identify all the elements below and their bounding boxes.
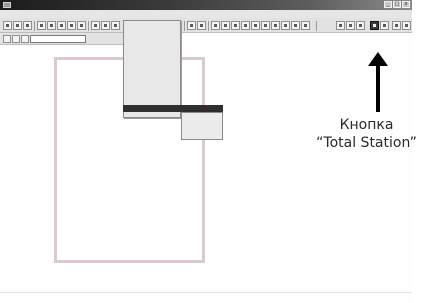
import-icon[interactable] — [271, 21, 280, 30]
toolbar-separator — [88, 21, 89, 31]
menu-bar — [0, 10, 412, 18]
export-icon[interactable] — [281, 21, 290, 30]
paste-icon[interactable] — [77, 21, 86, 30]
drawing-area[interactable] — [0, 45, 412, 303]
point-icon[interactable] — [211, 21, 220, 30]
calc-icon[interactable] — [336, 21, 345, 30]
help-icon[interactable] — [392, 21, 401, 30]
title-bar: _ □ x — [0, 0, 412, 10]
arrow-shaft — [376, 64, 380, 112]
preview-icon[interactable] — [47, 21, 56, 30]
maximize-button[interactable]: □ — [393, 1, 401, 8]
report-icon[interactable] — [356, 21, 365, 30]
toolbar-separator — [316, 21, 317, 31]
cut-icon[interactable] — [57, 21, 66, 30]
annotation-line-1: Кнопка — [339, 117, 394, 133]
app-icon — [3, 2, 11, 8]
info-icon[interactable] — [402, 21, 411, 30]
grid-icon[interactable] — [231, 21, 240, 30]
close-button[interactable]: x — [402, 1, 410, 8]
redo-icon[interactable] — [101, 21, 110, 30]
copy-icon[interactable] — [67, 21, 76, 30]
line-icon[interactable] — [197, 21, 206, 30]
measure-icon[interactable] — [251, 21, 260, 30]
print-icon[interactable] — [37, 21, 46, 30]
pan-tool-icon[interactable] — [12, 35, 20, 43]
arrow-pointer-icon — [368, 52, 388, 112]
table-icon[interactable] — [261, 21, 270, 30]
select-tool-icon[interactable] — [21, 35, 29, 43]
main-toolbar — [0, 18, 412, 33]
save-icon[interactable] — [23, 21, 32, 30]
new-icon[interactable] — [3, 21, 12, 30]
settings-icon[interactable] — [346, 21, 355, 30]
survey-icon[interactable] — [301, 21, 310, 30]
secondary-toolbar — [0, 33, 130, 45]
toolbar-separator — [184, 21, 185, 31]
dropdown-menu — [123, 20, 181, 118]
status-divider — [0, 292, 412, 293]
traverse-icon[interactable] — [291, 21, 300, 30]
snap-icon[interactable] — [241, 21, 250, 30]
layer-combo[interactable] — [30, 35, 86, 43]
gps-icon[interactable] — [380, 21, 389, 30]
pointer-tool-icon[interactable] — [3, 35, 11, 43]
window-controls: _ □ x — [384, 1, 410, 8]
undo-icon[interactable] — [91, 21, 100, 30]
submenu — [181, 112, 223, 140]
annotation-caption: Кнопка “Total Station” — [300, 116, 433, 152]
arrow-head — [368, 52, 388, 66]
highlighted-menu-item[interactable] — [123, 105, 223, 112]
zoom-icon[interactable] — [111, 21, 120, 30]
toolbar-separator — [34, 21, 35, 31]
annotation-line-2: “Total Station” — [316, 135, 417, 151]
toolbar-separator — [208, 21, 209, 31]
minimize-button[interactable]: _ — [384, 1, 392, 8]
polyline-icon[interactable] — [221, 21, 230, 30]
total-station-icon[interactable] — [370, 21, 379, 30]
open-icon[interactable] — [13, 21, 22, 30]
layer-icon[interactable] — [187, 21, 196, 30]
